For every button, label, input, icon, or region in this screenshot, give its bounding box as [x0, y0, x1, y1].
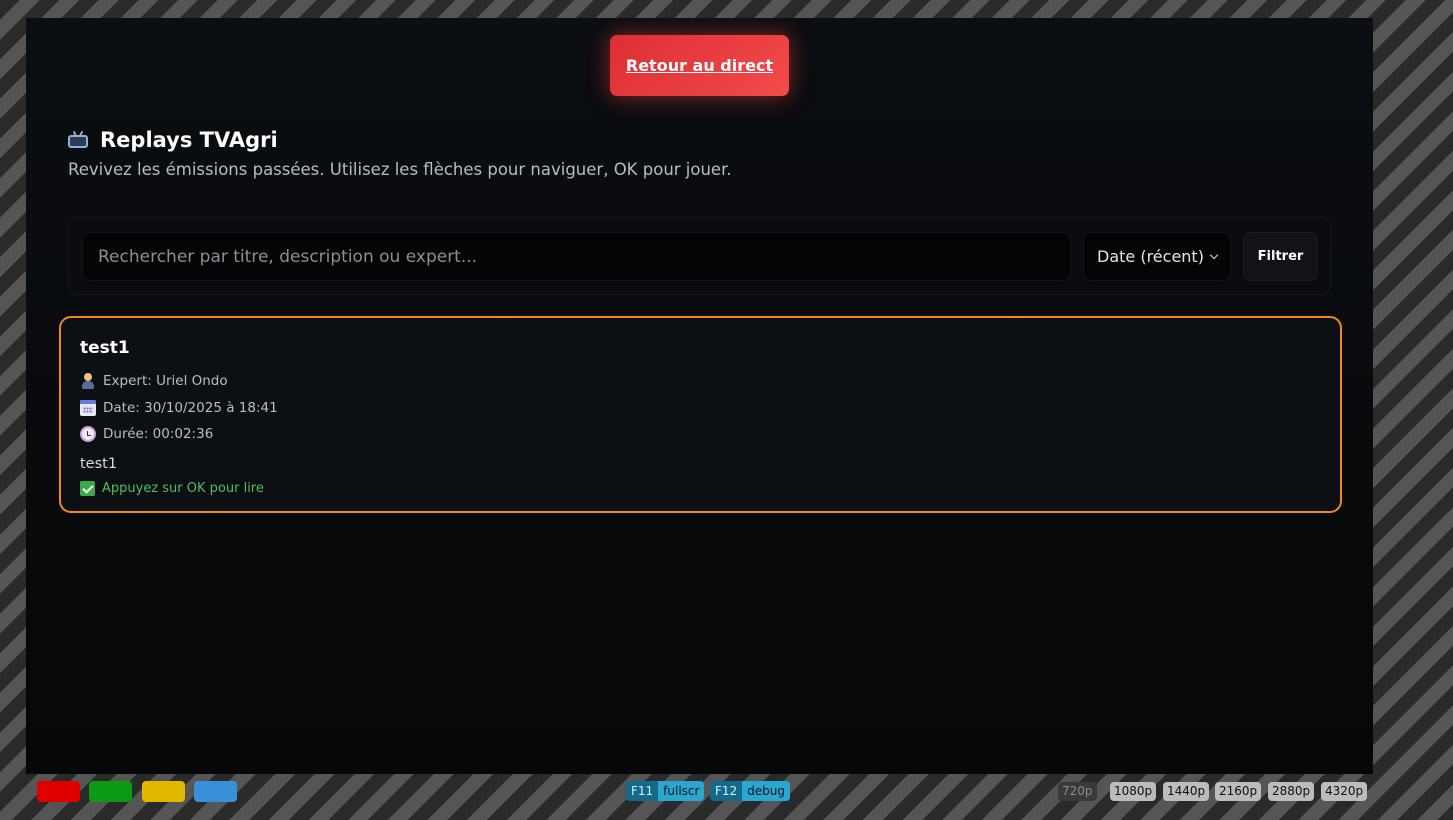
yellow-key-button[interactable] — [142, 781, 185, 802]
sort-selected-label: Date (récent) — [1097, 247, 1204, 266]
search-input[interactable] — [82, 232, 1071, 281]
filter-button[interactable]: Filtrer — [1243, 232, 1318, 281]
tv-screen: Retour au direct Replays TVAgri Revivez … — [26, 18, 1373, 774]
page-header: Replays TVAgri Revivez les émissions pas… — [68, 128, 732, 179]
check-mark-icon — [80, 480, 95, 496]
resolution-4320p[interactable]: 4320p — [1321, 782, 1368, 801]
resolution-1440p[interactable]: 1440p — [1163, 782, 1210, 801]
calendar-icon — [80, 399, 96, 416]
resolution-720p[interactable]: 720p — [1058, 782, 1097, 801]
resolution-2160p[interactable]: 2160p — [1215, 782, 1262, 801]
replay-expert: Expert: Uriel Ondo — [80, 368, 1321, 395]
alarm-clock-icon — [80, 426, 96, 443]
replay-card[interactable]: test1 Expert: Uriel Ondo Date: 30/10/202… — [59, 316, 1342, 513]
play-hint: Appuyez sur OK pour lire — [80, 480, 1321, 496]
back-to-live-button[interactable]: Retour au direct — [610, 35, 789, 96]
replay-title: test1 — [80, 338, 130, 358]
blue-key-button[interactable] — [194, 781, 237, 802]
replay-description: test1 — [80, 455, 118, 472]
fullscreen-key-button[interactable]: F11 fullscr — [626, 781, 705, 801]
red-key-button[interactable] — [37, 781, 80, 802]
expert-person-icon — [80, 373, 96, 390]
filter-bar: Date (récent) Filtrer — [68, 217, 1331, 295]
sort-select[interactable]: Date (récent) — [1083, 232, 1231, 281]
page-subtitle: Revivez les émissions passées. Utilisez … — [68, 160, 732, 179]
resolution-2880p[interactable]: 2880p — [1268, 782, 1315, 801]
green-key-button[interactable] — [89, 781, 132, 802]
replay-date: Date: 30/10/2025 à 18:41 — [80, 395, 1321, 422]
chevron-down-icon — [1209, 250, 1219, 260]
tv-icon — [68, 130, 90, 149]
debug-key-button[interactable]: F12 debug — [710, 781, 791, 801]
replay-duration: Durée: 00:02:36 — [80, 421, 1321, 448]
page-title: Replays TVAgri — [100, 128, 278, 152]
resolution-1080p[interactable]: 1080p — [1110, 782, 1157, 801]
